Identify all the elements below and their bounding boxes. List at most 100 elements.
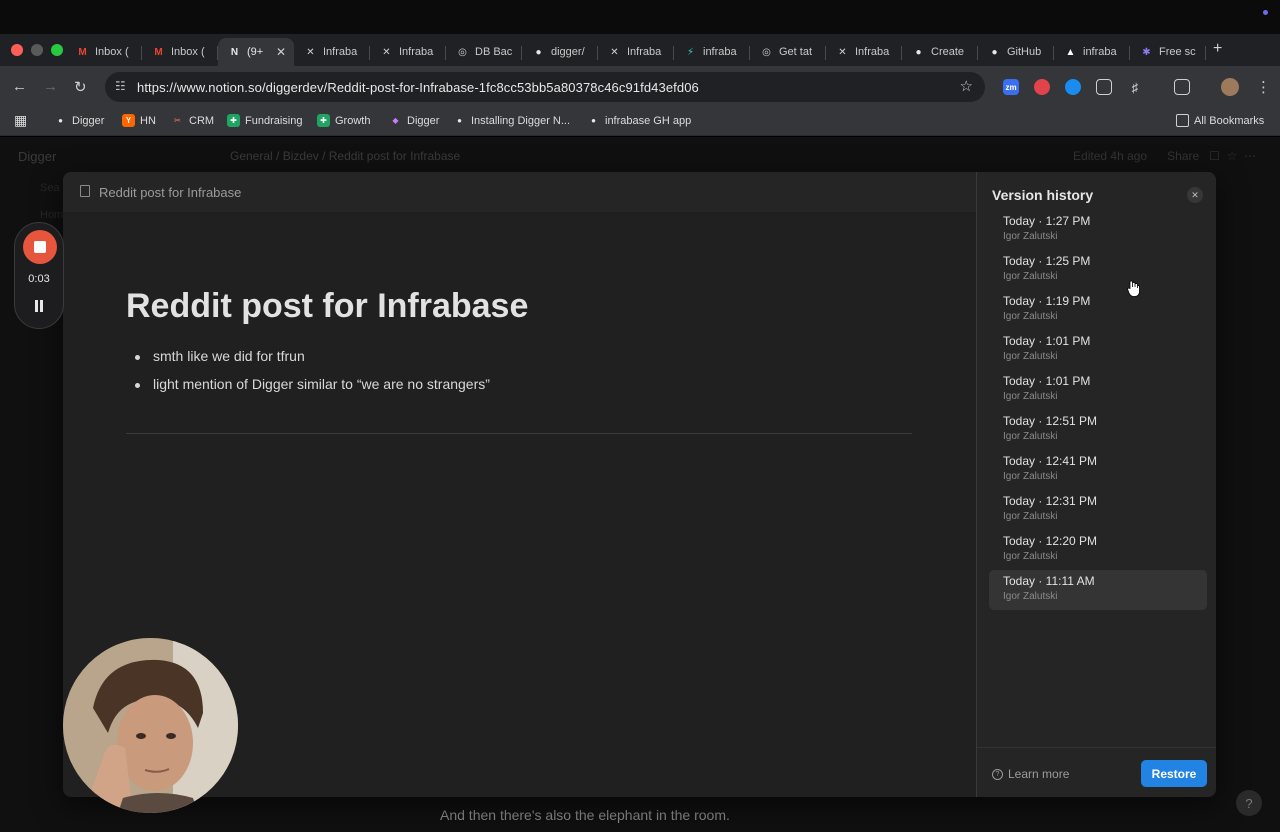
back-icon[interactable]: ← bbox=[12, 78, 27, 95]
version-item[interactable]: Today · 1:01 PM Igor Zalutski bbox=[989, 370, 1207, 410]
restore-button[interactable]: Restore bbox=[1141, 760, 1207, 787]
version-item[interactable]: Today · 12:51 PM Igor Zalutski bbox=[989, 410, 1207, 450]
tab-search-icon[interactable] bbox=[1174, 79, 1190, 95]
browser-tab[interactable]: ▲ infraba bbox=[1054, 38, 1130, 66]
all-bookmarks-button[interactable]: All Bookmarks bbox=[1176, 114, 1264, 127]
bullet-list: smth like we did for tfrun light mention… bbox=[135, 348, 490, 404]
forward-icon[interactable]: → bbox=[43, 78, 58, 95]
bookmark-item[interactable]: ✂ CRM bbox=[171, 114, 214, 127]
browser-tab[interactable]: ⚡ infraba bbox=[674, 38, 750, 66]
screen-recorder-widget: 0:03 bbox=[14, 222, 64, 329]
browser-tab[interactable]: ✱ Free sc bbox=[1130, 38, 1206, 66]
github-icon: ● bbox=[591, 116, 596, 125]
page-title: Reddit post for Infrabase bbox=[126, 287, 529, 325]
bookmark-label: Digger bbox=[407, 114, 440, 127]
bookmark-item[interactable]: ● Digger bbox=[54, 114, 104, 127]
zoom-window-icon[interactable] bbox=[51, 44, 63, 56]
new-tab-button[interactable]: + bbox=[1213, 40, 1222, 58]
url-text[interactable]: https://www.notion.so/diggerdev/Reddit-p… bbox=[137, 80, 699, 95]
bookmark-item[interactable]: ● Installing Digger N... bbox=[453, 114, 570, 127]
bookmark-item[interactable]: ✚ Fundraising bbox=[227, 114, 302, 127]
bolt-icon: ⚡ bbox=[686, 46, 695, 58]
shield-extension-icon[interactable] bbox=[1034, 79, 1050, 95]
close-window-icon[interactable] bbox=[11, 44, 23, 56]
version-author: Igor Zalutski bbox=[1003, 231, 1058, 242]
version-list: Today · 1:27 PM Igor Zalutski Today · 1:25… bbox=[989, 210, 1207, 610]
tab-label: digger/ bbox=[551, 46, 585, 58]
tab-label: Free sc bbox=[1159, 46, 1196, 58]
version-author: Igor Zalutski bbox=[1003, 431, 1058, 442]
version-time: Today · 1:27 PM bbox=[1003, 214, 1091, 228]
extensions-puzzle-icon[interactable]: ♯ bbox=[1127, 79, 1143, 95]
close-tab-icon[interactable]: ✕ bbox=[276, 45, 286, 59]
panel-title: Version history bbox=[992, 187, 1094, 203]
bookmark-item[interactable]: ✚ Growth bbox=[317, 114, 370, 127]
browser-tab[interactable]: ● digger/ bbox=[522, 38, 598, 66]
reload-icon[interactable]: ↻ bbox=[74, 78, 87, 96]
learn-more-link[interactable]: ? Learn more bbox=[992, 767, 1069, 781]
bookmark-star-icon[interactable]: ☆ bbox=[960, 77, 973, 95]
gmail-icon: M bbox=[154, 46, 163, 58]
profile-avatar[interactable] bbox=[1221, 78, 1239, 96]
github-icon: ● bbox=[915, 46, 922, 58]
version-item[interactable]: Today · 1:25 PM Igor Zalutski bbox=[989, 250, 1207, 290]
sheet-icon: ✚ bbox=[227, 114, 240, 127]
divider bbox=[126, 433, 912, 434]
tab-label: Get tat bbox=[779, 46, 813, 58]
tab-label: Create bbox=[931, 46, 965, 58]
digger-icon: ◆ bbox=[392, 116, 399, 125]
sync-extension-icon[interactable] bbox=[1065, 79, 1081, 95]
apps-grid-icon[interactable]: ▦ bbox=[14, 112, 27, 129]
browser-tab[interactable]: M Inbox ( bbox=[66, 38, 142, 66]
close-icon[interactable]: ✕ bbox=[1187, 187, 1203, 203]
version-author: Igor Zalutski bbox=[1003, 591, 1058, 602]
drive-extension-icon[interactable] bbox=[1096, 79, 1112, 95]
zoom-extension-icon[interactable]: zm bbox=[1003, 79, 1019, 95]
version-item[interactable]: Today · 12:31 PM Igor Zalutski bbox=[989, 490, 1207, 530]
bookmark-label: Installing Digger N... bbox=[471, 114, 571, 127]
version-item[interactable]: Today · 1:19 PM Igor Zalutski bbox=[989, 290, 1207, 330]
bookmark-item[interactable]: ● infrabase GH app bbox=[587, 114, 691, 127]
pause-icon[interactable] bbox=[34, 300, 44, 312]
address-bar[interactable]: ☷ https://www.notion.so/diggerdev/Reddit… bbox=[105, 72, 985, 102]
menu-kebab-icon[interactable]: ⋮ bbox=[1256, 78, 1271, 96]
version-item[interactable]: Today · 1:27 PM Igor Zalutski bbox=[989, 210, 1207, 250]
minimize-window-icon[interactable] bbox=[31, 44, 43, 56]
version-item[interactable]: Today · 1:01 PM Igor Zalutski bbox=[989, 330, 1207, 370]
github-icon: ● bbox=[991, 46, 998, 58]
browser-tab[interactable]: ✕ Infraba bbox=[598, 38, 674, 66]
browser-tab[interactable]: N (9+ ✕ bbox=[218, 38, 294, 66]
browser-tab[interactable]: ✕ Infraba bbox=[370, 38, 446, 66]
browser-tab-strip: M Inbox (M Inbox (N (9+ ✕ ✕ Infraba ✕ Infraba ◎ DB… bbox=[0, 34, 1280, 66]
version-author: Igor Zalutski bbox=[1003, 311, 1058, 322]
version-time: Today · 1:19 PM bbox=[1003, 294, 1091, 308]
browser-tab[interactable]: M Inbox ( bbox=[142, 38, 218, 66]
bookmarks-bar: ▦ ● Digger Y HN ✂ CRM ✚ Fundraising ✚ Growth ◆ Digg… bbox=[0, 108, 1280, 136]
version-author: Igor Zalutski bbox=[1003, 351, 1058, 362]
browser-tab[interactable]: ◎ Get tat bbox=[750, 38, 826, 66]
browser-tab[interactable]: ✕ Infraba bbox=[294, 38, 370, 66]
browser-tab[interactable]: ● GitHub bbox=[978, 38, 1054, 66]
site-settings-icon[interactable]: ☷ bbox=[115, 79, 126, 93]
version-history-modal: Reddit post for Infrabase Reddit post fo… bbox=[63, 172, 1216, 797]
version-item[interactable]: Today · 12:41 PM Igor Zalutski bbox=[989, 450, 1207, 490]
version-item[interactable]: Today · 12:20 PM Igor Zalutski bbox=[989, 530, 1207, 570]
list-item: smth like we did for tfrun bbox=[135, 348, 490, 376]
webcam-bubble[interactable] bbox=[63, 638, 238, 813]
github-icon: ● bbox=[457, 116, 462, 125]
browser-tab[interactable]: ◎ DB Bac bbox=[446, 38, 522, 66]
browser-tab[interactable]: ✕ Infraba bbox=[826, 38, 902, 66]
version-time: Today · 1:25 PM bbox=[1003, 254, 1091, 268]
version-author: Igor Zalutski bbox=[1003, 471, 1058, 482]
infrabase-icon: ✕ bbox=[306, 46, 315, 58]
stop-recording-button[interactable] bbox=[23, 230, 57, 264]
version-time: Today · 1:01 PM bbox=[1003, 374, 1091, 388]
help-icon[interactable]: ? bbox=[1236, 790, 1262, 816]
version-item[interactable]: Today · 11:11 AM Igor Zalutski bbox=[989, 570, 1207, 610]
bookmark-item[interactable]: Y HN bbox=[122, 114, 156, 127]
version-time: Today · 12:51 PM bbox=[1003, 414, 1098, 428]
browser-tab[interactable]: ● Create bbox=[902, 38, 978, 66]
bookmark-label: Fundraising bbox=[245, 114, 303, 127]
bookmark-item[interactable]: ◆ Digger bbox=[389, 114, 439, 127]
bookmark-label: Digger bbox=[72, 114, 105, 127]
